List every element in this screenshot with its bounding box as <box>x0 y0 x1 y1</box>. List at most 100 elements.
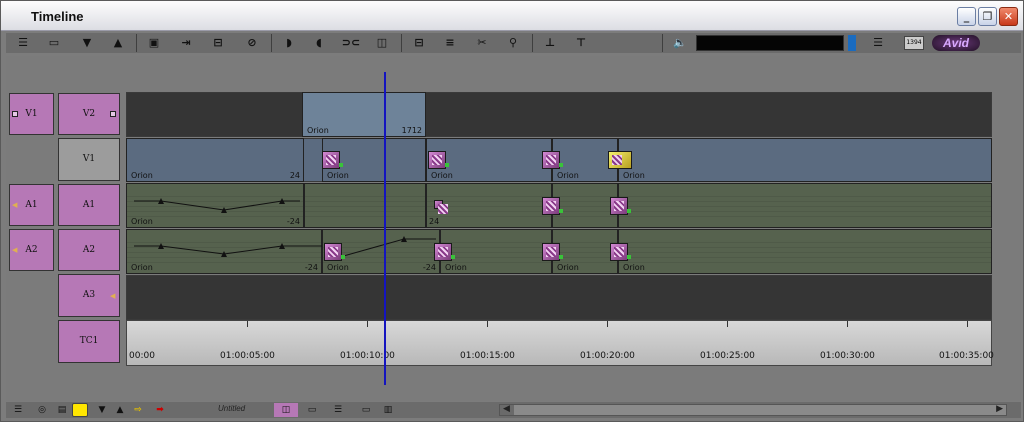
timecode-ruler[interactable]: 00:00 01:00:05:00 01:00:10:00 01:00:15:0… <box>126 320 994 366</box>
effect-icon[interactable] <box>610 197 628 215</box>
clip-duration: 1712 <box>401 126 422 135</box>
record-track-a2[interactable]: A2 <box>58 229 120 271</box>
ruler-tick <box>247 321 248 327</box>
effect-icon[interactable] <box>610 243 628 261</box>
ruler-tick <box>967 321 968 327</box>
forward-arrow-icon[interactable]: ⇨ <box>130 403 146 417</box>
cut-icon[interactable]: ✂ <box>470 34 494 52</box>
track-view-icon[interactable]: ▤ <box>54 403 70 417</box>
extract-icon[interactable]: ≡ <box>438 34 462 52</box>
render-dot-icon <box>341 255 345 259</box>
title-bar[interactable]: Timeline _ ❐ ✕ <box>1 1 1023 31</box>
timecode-label: 01:00:05:00 <box>220 351 275 361</box>
record-track-a1-label: A1 <box>82 200 96 210</box>
effect-icon[interactable] <box>428 151 446 169</box>
scroll-left-icon[interactable]: ◀ <box>503 404 510 414</box>
timecode-label: 00:00 <box>129 351 155 361</box>
track-monitor-icon[interactable] <box>12 111 18 117</box>
up-arrow-icon[interactable]: ▲ <box>106 34 130 52</box>
effect-icon[interactable] <box>608 151 632 169</box>
window-title: Timeline <box>31 9 84 24</box>
render-dot-icon <box>559 255 563 259</box>
toolbar-divider <box>271 34 272 52</box>
clip-name: Orion <box>131 171 153 180</box>
audio-level-meter <box>848 35 856 51</box>
record-track-tc1-label: TC1 <box>79 336 99 346</box>
color-swatch[interactable] <box>72 403 88 417</box>
settings-icon[interactable]: ☰ <box>330 403 346 417</box>
record-track-v1[interactable]: V1 <box>58 138 120 181</box>
effect-icon[interactable] <box>324 243 342 261</box>
segment-icon[interactable]: ▣ <box>142 34 166 52</box>
toolbar-divider <box>401 34 402 52</box>
source-track-a2-label: A2 <box>25 245 38 255</box>
audio-solo-icon[interactable]: ◀ <box>12 246 17 254</box>
add-edit-icon[interactable]: ⊥ <box>538 34 562 52</box>
zoom-in-icon[interactable]: ▲ <box>112 403 128 417</box>
match-frame-icon[interactable]: ⊤ <box>569 34 593 52</box>
effect-icon[interactable] <box>434 200 448 214</box>
toolbar-divider <box>662 34 663 52</box>
menu-icon[interactable]: ☰ <box>10 403 26 417</box>
timeline-clip[interactable]: Orion <box>618 138 992 182</box>
timecode-label: 01:00:20:00 <box>580 351 635 361</box>
zoom-out-icon[interactable]: ▼ <box>94 403 110 417</box>
record-track-a3-label: A3 <box>82 290 96 300</box>
render-dot-icon <box>627 255 631 259</box>
lift-icon[interactable]: ⊟ <box>407 34 431 52</box>
timeline-clip[interactable]: Orion 1712 <box>302 92 426 137</box>
sync-lock-icon[interactable]: ⚲ <box>501 34 525 52</box>
red-arrow-icon[interactable]: ➡ <box>152 403 168 417</box>
record-track-v2-label: V2 <box>82 109 96 119</box>
restore-button[interactable]: ❐ <box>978 7 997 26</box>
down-arrow-icon[interactable]: ▼ <box>75 34 99 52</box>
record-track-v1-label: V1 <box>82 154 96 164</box>
sequence-name: Untitled <box>218 404 246 413</box>
trim-right-icon[interactable]: ◖ <box>307 34 331 52</box>
scroll-handle-icon[interactable]: ▥ <box>380 403 396 417</box>
settings-icon[interactable]: ☰ <box>11 34 35 52</box>
render-dot-icon <box>445 163 449 167</box>
overwrite-icon[interactable]: ⊟ <box>206 34 230 52</box>
scroll-right-icon[interactable]: ▶ <box>996 404 1003 414</box>
position-indicator[interactable] <box>384 72 386 385</box>
track-monitor-icon[interactable] <box>110 111 116 117</box>
close-button[interactable]: ✕ <box>999 7 1018 26</box>
monitor-icon[interactable]: ▭ <box>304 403 320 417</box>
record-track-a1[interactable]: A1 <box>58 184 120 226</box>
effect-icon[interactable] <box>434 243 452 261</box>
toggle-view-icon[interactable]: ◫ <box>274 403 298 417</box>
timeline-window: Timeline _ ❐ ✕ ☰ ▭ ▼ ▲ ▣ ⇥ ⊟ ⊘ ◗ ◖ ⊃⊂ ◫ … <box>0 0 1024 422</box>
timecode-label: 01:00:35:00 <box>939 351 994 361</box>
trim-mode-icon[interactable]: ◫ <box>370 34 394 52</box>
toolbar-divider <box>136 34 137 52</box>
audio-solo-icon[interactable]: ◀ <box>12 201 17 209</box>
track-list-icon[interactable]: ☰ <box>866 34 890 52</box>
effect-icon[interactable] <box>542 197 560 215</box>
film-icon[interactable]: ▭ <box>356 403 376 417</box>
track-v2[interactable] <box>126 92 992 137</box>
audio-solo-icon[interactable]: ◀ <box>110 292 115 300</box>
effect-icon[interactable] <box>322 151 340 169</box>
clip-duration: 24 <box>289 171 300 180</box>
monitor-icon[interactable]: ▭ <box>42 34 66 52</box>
timeline-area: V1 A1 ◀ A2 ◀ V2 V1 A1 A2 A3 ◀ TC1 Orion … <box>6 56 1021 401</box>
effect-icon[interactable] <box>542 243 560 261</box>
record-track-tc1[interactable]: TC1 <box>58 320 120 363</box>
timeline-bottom-bar: ☰ ◎ ▤ ▼ ▲ ⇨ ➡ Untitled ◫ ▭ ☰ ▭ ▥ ◀ ▶ <box>6 402 1021 418</box>
trim-both-icon[interactable]: ⊃⊂ <box>339 34 363 52</box>
clip-name: Orion <box>327 171 349 180</box>
speaker-icon[interactable]: 🔈 <box>668 34 692 52</box>
effect-icon[interactable] <box>542 151 560 169</box>
splice-icon[interactable]: ⇥ <box>174 34 198 52</box>
minimize-button[interactable]: _ <box>957 7 976 26</box>
timecode-display <box>696 35 844 51</box>
track-a3[interactable] <box>126 275 992 320</box>
toolbar-divider <box>532 34 533 52</box>
clip-name: Orion <box>557 171 579 180</box>
trim-left-icon[interactable]: ◗ <box>277 34 301 52</box>
settings-icon[interactable]: ◎ <box>34 403 50 417</box>
timeline-clip[interactable]: Orion 24 <box>126 138 304 182</box>
horizontal-scrollbar[interactable]: ◀ ▶ <box>499 404 1007 416</box>
no-entry-icon[interactable]: ⊘ <box>240 34 264 52</box>
